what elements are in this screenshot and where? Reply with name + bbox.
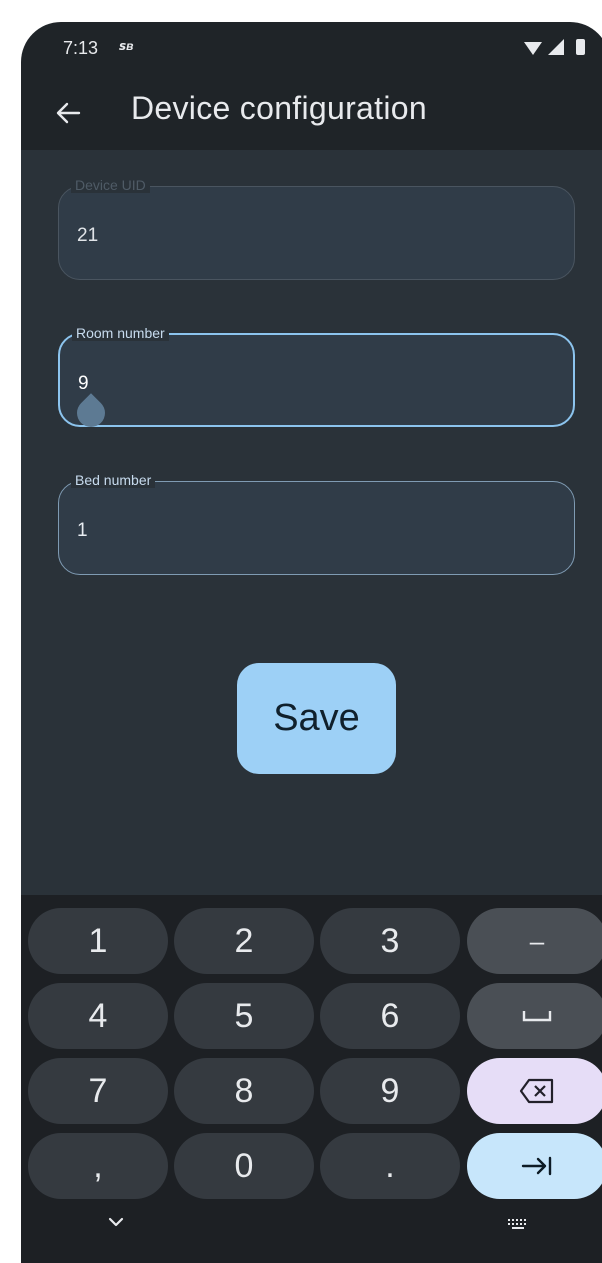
status-bar: 7:13 ꜱʙ	[21, 22, 602, 78]
chevron-down-icon[interactable]	[104, 1215, 128, 1229]
key-5[interactable]: 5	[174, 983, 314, 1049]
numeric-keyboard: 1 2 3 – 4 5 6 7 8 9 , 0 .	[21, 895, 602, 1263]
device-screen: 7:13 ꜱʙ Device configuration Device UID …	[21, 22, 602, 1263]
device-uid-field[interactable]: Device UID 21	[58, 177, 575, 280]
key-6[interactable]: 6	[320, 983, 460, 1049]
arrow-left-icon	[56, 102, 81, 124]
app-notification-icon: ꜱʙ	[119, 39, 134, 53]
next-key[interactable]	[467, 1133, 602, 1199]
save-button[interactable]: Save	[237, 663, 396, 774]
space-key[interactable]	[467, 983, 602, 1049]
key-dash[interactable]: –	[467, 908, 602, 974]
bed-number-value: 1	[77, 520, 88, 541]
key-comma[interactable]: ,	[28, 1133, 168, 1199]
key-0[interactable]: 0	[174, 1133, 314, 1199]
page-title: Device configuration	[131, 90, 427, 126]
main-content: Device UID 21 Room number 9 Bed number 1…	[21, 150, 602, 895]
key-2[interactable]: 2	[174, 908, 314, 974]
battery-icon	[576, 39, 585, 55]
room-number-field[interactable]: Room number 9	[58, 325, 575, 427]
backspace-icon	[519, 1078, 554, 1104]
room-number-value: 9	[78, 373, 89, 394]
key-8[interactable]: 8	[174, 1058, 314, 1124]
key-3[interactable]: 3	[320, 908, 460, 974]
signal-icon	[548, 39, 564, 55]
key-4[interactable]: 4	[28, 983, 168, 1049]
bed-number-field[interactable]: Bed number 1	[58, 472, 575, 575]
bed-number-label: Bed number	[71, 472, 156, 488]
room-number-label: Room number	[72, 325, 169, 341]
back-button[interactable]	[43, 88, 93, 138]
device-uid-label: Device UID	[71, 177, 150, 193]
status-icons	[524, 39, 585, 55]
status-time: 7:13	[63, 38, 99, 58]
key-9[interactable]: 9	[320, 1058, 460, 1124]
backspace-key[interactable]	[467, 1058, 602, 1124]
space-bar-icon	[522, 1011, 552, 1022]
device-uid-value: 21	[77, 225, 99, 246]
wifi-icon	[524, 42, 542, 55]
key-period[interactable]: .	[320, 1133, 460, 1199]
key-7[interactable]: 7	[28, 1058, 168, 1124]
app-bar: Device configuration	[21, 78, 602, 150]
key-1[interactable]: 1	[28, 908, 168, 974]
keyboard-icon[interactable]	[506, 1217, 530, 1231]
tab-arrow-icon	[521, 1156, 552, 1176]
